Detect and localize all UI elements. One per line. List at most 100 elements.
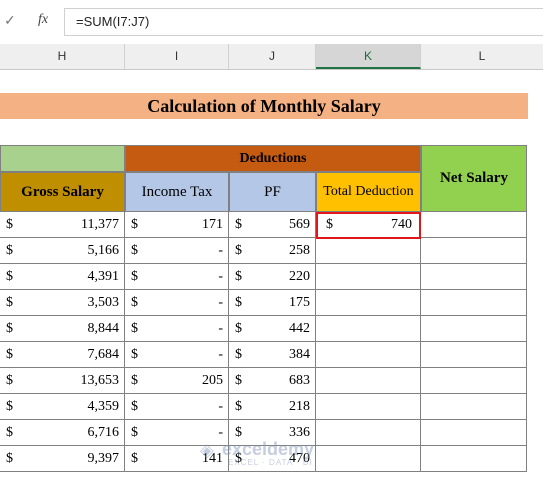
- gross-salary-cell[interactable]: $4,391: [0, 264, 125, 290]
- gross-header-spacer[interactable]: [0, 145, 125, 172]
- currency-symbol: $: [235, 321, 242, 336]
- insert-function-icon[interactable]: fx: [38, 12, 48, 28]
- net-salary-cell[interactable]: [421, 394, 527, 420]
- formula-bar-buttons: ✓ fx: [0, 8, 62, 36]
- watermark-name: exceldemy: [222, 439, 315, 459]
- income-tax-cell[interactable]: $ -: [125, 316, 229, 342]
- currency-symbol: $: [6, 425, 13, 440]
- pf-cell[interactable]: $218: [229, 394, 316, 420]
- total-deduction-cell[interactable]: [316, 290, 421, 316]
- income-tax-value: 205: [202, 373, 223, 388]
- currency-symbol: $: [235, 295, 242, 310]
- gross-salary-cell[interactable]: $9,397: [0, 446, 125, 472]
- pf-value: 442: [289, 321, 310, 336]
- pf-cell[interactable]: $569: [229, 212, 316, 238]
- gross-salary-value: 5,166: [87, 243, 120, 258]
- column-header-j[interactable]: J: [229, 44, 316, 69]
- net-salary-cell[interactable]: [421, 238, 527, 264]
- table-row: $4,359 $ - $218: [0, 394, 527, 420]
- table-row: $13,653 $205 $683: [0, 368, 527, 394]
- currency-symbol: $: [6, 399, 13, 414]
- total-deduction-cell[interactable]: [316, 238, 421, 264]
- income-tax-cell[interactable]: $ -: [125, 342, 229, 368]
- pf-cell[interactable]: $683: [229, 368, 316, 394]
- currency-symbol: $: [6, 373, 13, 388]
- income-tax-value: -: [218, 295, 223, 310]
- pf-cell[interactable]: $384: [229, 342, 316, 368]
- table-row: $8,844 $ - $442: [0, 316, 527, 342]
- pf-cell[interactable]: $442: [229, 316, 316, 342]
- gross-salary-cell[interactable]: $11,377: [0, 212, 125, 238]
- total-deduction-cell[interactable]: $740: [316, 212, 421, 238]
- net-salary-cell[interactable]: [421, 212, 527, 238]
- net-salary-cell[interactable]: [421, 264, 527, 290]
- gross-salary-header[interactable]: Gross Salary: [0, 172, 125, 212]
- currency-symbol: $: [131, 399, 138, 414]
- total-deduction-header[interactable]: Total Deduction: [316, 172, 421, 212]
- income-tax-header[interactable]: Income Tax: [125, 172, 229, 212]
- exceldemy-logo-icon: ◈: [200, 440, 214, 460]
- currency-symbol: $: [6, 217, 13, 232]
- pf-value: 220: [289, 269, 310, 284]
- total-deduction-cell[interactable]: [316, 368, 421, 394]
- pf-cell[interactable]: $220: [229, 264, 316, 290]
- currency-symbol: $: [131, 243, 138, 258]
- currency-symbol: $: [235, 217, 242, 232]
- income-tax-cell[interactable]: $171: [125, 212, 229, 238]
- total-deduction-cell[interactable]: [316, 394, 421, 420]
- column-header-l[interactable]: L: [421, 44, 543, 69]
- table-row: $11,377 $171 $569 $740: [0, 212, 527, 238]
- watermark-subtitle: EXCEL · DATA · BI: [228, 458, 313, 467]
- gross-salary-value: 7,684: [87, 347, 120, 362]
- income-tax-cell[interactable]: $ -: [125, 394, 229, 420]
- currency-symbol: $: [131, 425, 138, 440]
- currency-symbol: $: [235, 373, 242, 388]
- column-header-k[interactable]: K: [316, 44, 421, 69]
- sheet-title[interactable]: Calculation of Monthly Salary: [0, 93, 528, 119]
- pf-value: 384: [289, 347, 310, 362]
- income-tax-cell[interactable]: $205: [125, 368, 229, 394]
- table-row: $7,684 $ - $384: [0, 342, 527, 368]
- column-header-i[interactable]: I: [125, 44, 229, 69]
- enter-check-icon[interactable]: ✓: [4, 12, 16, 29]
- pf-cell[interactable]: $258: [229, 238, 316, 264]
- table-row: $4,391 $ - $220: [0, 264, 527, 290]
- currency-symbol: $: [6, 321, 13, 336]
- gross-salary-cell[interactable]: $5,166: [0, 238, 125, 264]
- pf-value: 569: [289, 217, 310, 232]
- total-deduction-cell[interactable]: [316, 316, 421, 342]
- income-tax-value: -: [218, 243, 223, 258]
- gross-salary-cell[interactable]: $4,359: [0, 394, 125, 420]
- net-salary-header[interactable]: Net Salary: [421, 145, 527, 212]
- income-tax-cell[interactable]: $ -: [125, 238, 229, 264]
- total-deduction-cell[interactable]: [316, 342, 421, 368]
- column-header-h[interactable]: H: [0, 44, 125, 69]
- deductions-header[interactable]: Deductions: [125, 145, 421, 172]
- gross-salary-cell[interactable]: $7,684: [0, 342, 125, 368]
- currency-symbol: $: [131, 217, 138, 232]
- gross-salary-cell[interactable]: $8,844: [0, 316, 125, 342]
- gross-salary-value: 8,844: [87, 321, 120, 336]
- pf-header[interactable]: PF: [229, 172, 316, 212]
- net-salary-cell[interactable]: [421, 316, 527, 342]
- pf-cell[interactable]: $175: [229, 290, 316, 316]
- income-tax-cell[interactable]: $ -: [125, 264, 229, 290]
- net-salary-cell[interactable]: [421, 420, 527, 446]
- total-deduction-cell[interactable]: [316, 264, 421, 290]
- gross-salary-value: 9,397: [87, 451, 120, 466]
- income-tax-cell[interactable]: $ -: [125, 290, 229, 316]
- currency-symbol: $: [131, 347, 138, 362]
- gross-salary-value: 6,716: [87, 425, 120, 440]
- net-salary-cell[interactable]: [421, 290, 527, 316]
- formula-input[interactable]: =SUM(I7:J7): [64, 8, 543, 36]
- gross-salary-cell[interactable]: $6,716: [0, 420, 125, 446]
- income-tax-value: -: [218, 269, 223, 284]
- gross-salary-cell[interactable]: $3,503: [0, 290, 125, 316]
- net-salary-cell[interactable]: [421, 368, 527, 394]
- gross-salary-cell[interactable]: $13,653: [0, 368, 125, 394]
- net-salary-cell[interactable]: [421, 342, 527, 368]
- income-tax-value: 171: [202, 217, 223, 232]
- pf-value: 218: [289, 399, 310, 414]
- currency-symbol: $: [326, 217, 333, 232]
- net-salary-cell[interactable]: [421, 446, 527, 472]
